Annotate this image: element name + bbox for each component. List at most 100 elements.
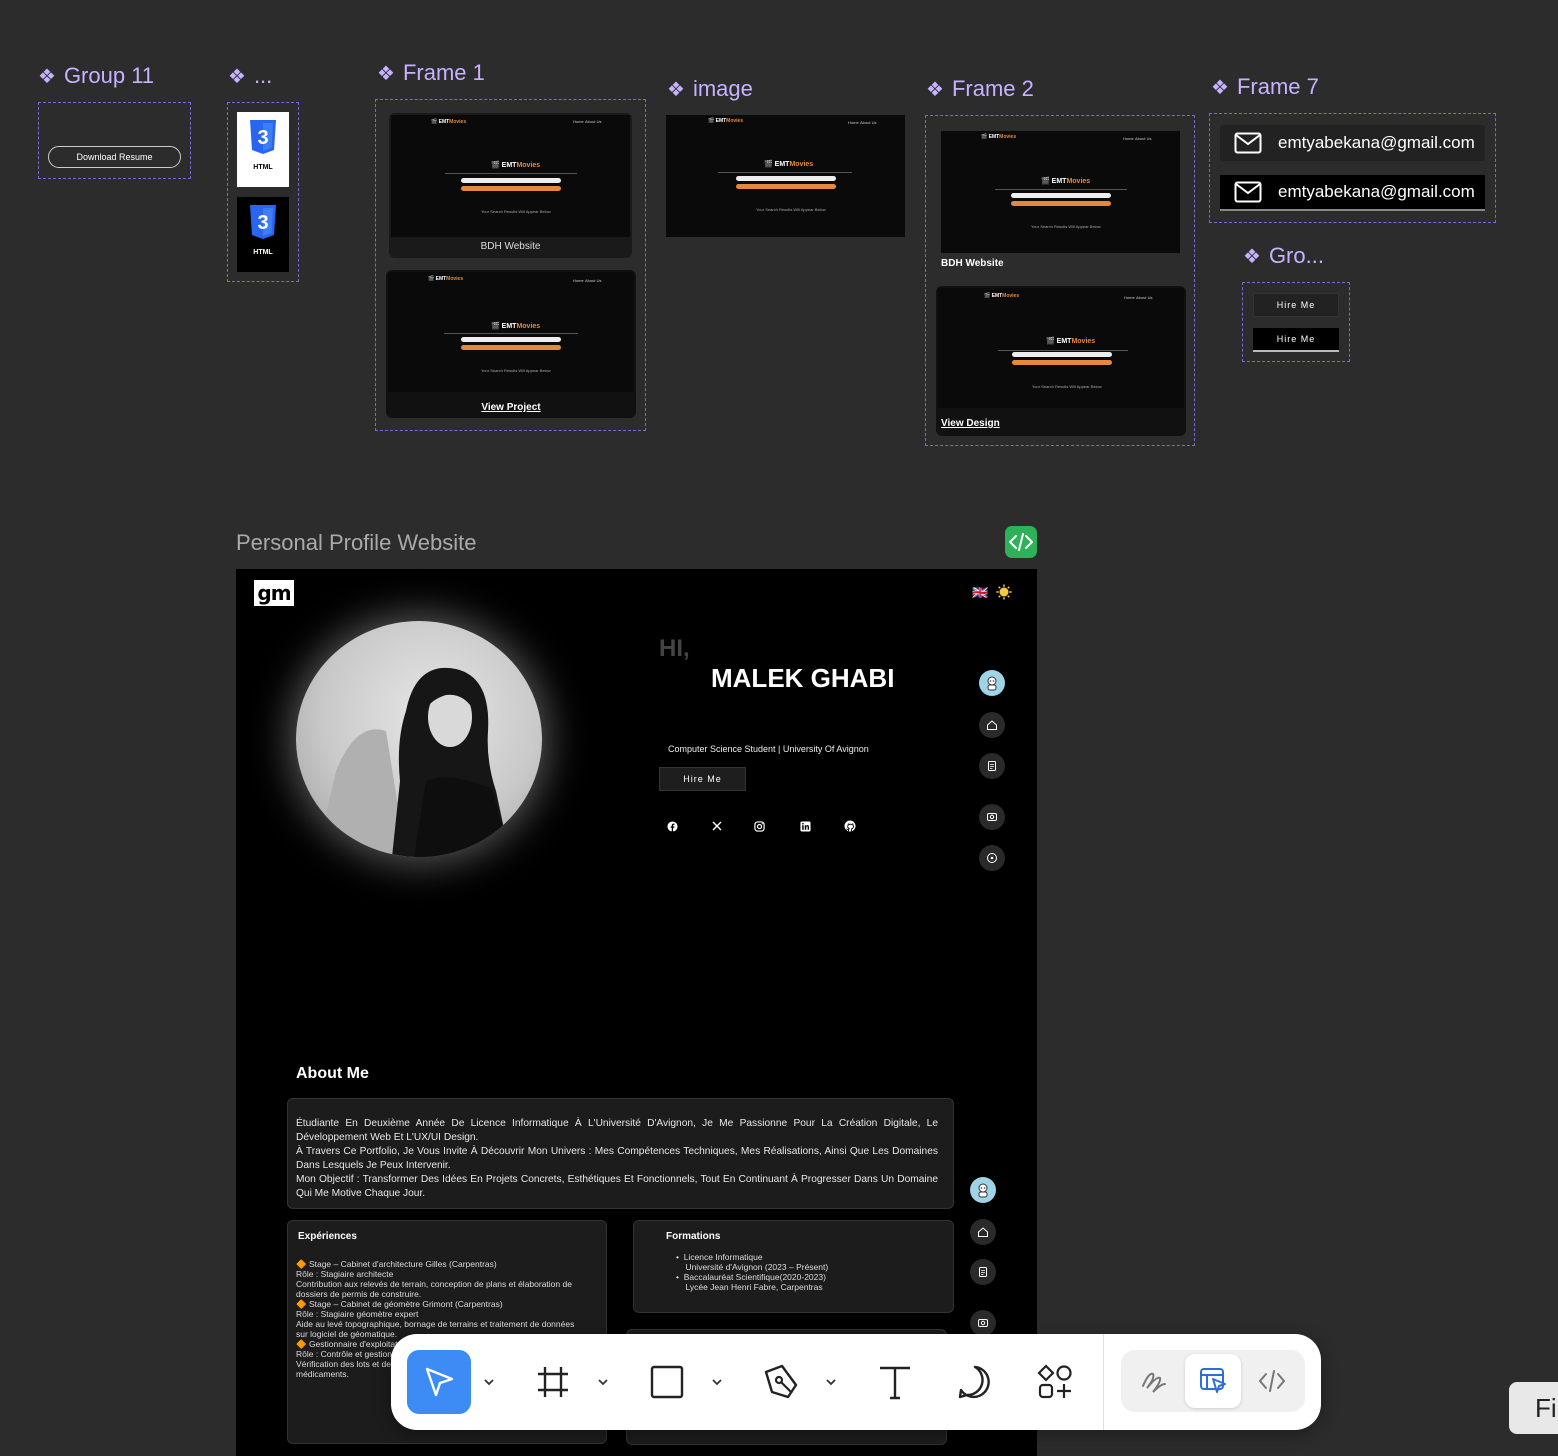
chevron-down-icon[interactable]: [596, 1375, 610, 1389]
toolbar-divider: [1103, 1334, 1104, 1430]
linkedin-icon[interactable]: [798, 819, 812, 833]
cursor-icon: [425, 1367, 454, 1397]
contact-icon[interactable]: [970, 1310, 996, 1336]
thumb-logo: 🎬 EMTMovies: [764, 161, 814, 168]
thumb-nav-logo: 🎬 EMTMovies: [431, 119, 467, 125]
home-icon[interactable]: [979, 712, 1005, 738]
corner-button[interactable]: Fi: [1509, 1382, 1558, 1434]
pen-tool[interactable]: [759, 1362, 803, 1402]
chevron-down-icon[interactable]: [824, 1375, 838, 1389]
frame-title[interactable]: Personal Profile Website: [236, 530, 477, 556]
hero-subtitle: Computer Science Student | University Of…: [668, 744, 869, 754]
component-label-frame7[interactable]: ❖ Frame 7: [1211, 74, 1319, 100]
thumb-results-text: Your Search Results Will Appear Below: [756, 207, 826, 212]
chevron-down-icon[interactable]: [710, 1375, 724, 1389]
html-label: HTML: [253, 249, 273, 256]
hire-me-button-hover[interactable]: Hire Me: [1253, 328, 1339, 352]
x-icon[interactable]: [710, 819, 724, 833]
rectangle-icon: [650, 1365, 684, 1399]
component-label-group11[interactable]: ❖ Group 11: [38, 63, 154, 89]
dev-mode[interactable]: [1247, 1354, 1297, 1408]
personal-profile-frame[interactable]: gm 🇬🇧 HI, MALEK GHABI Computer Science S…: [236, 569, 1037, 1456]
website-thumbnail: 🎬 EMTMovies Home About Us 🎬 EMTMovies Yo…: [938, 288, 1184, 408]
move-tool[interactable]: [407, 1350, 471, 1414]
view-project-link[interactable]: View Project: [386, 402, 636, 413]
thumb-search-input: [736, 176, 836, 181]
thumb-divider: [995, 189, 1127, 190]
document-icon[interactable]: [979, 753, 1005, 779]
css-badges-frame[interactable]: 3 HTML 3 HTML: [227, 102, 299, 282]
chevron-down-icon[interactable]: [482, 1375, 496, 1389]
hire-buttons-frame[interactable]: Hire Me Hire Me: [1242, 282, 1350, 362]
component-label-gro[interactable]: ❖ Gro...: [1243, 243, 1324, 269]
instagram-icon[interactable]: [752, 819, 766, 833]
home-icon[interactable]: [970, 1219, 996, 1245]
shapes-plus-icon: [1037, 1364, 1072, 1399]
design-mode[interactable]: [1185, 1354, 1241, 1408]
formations-text: • Licence Informatique Université d'Avig…: [676, 1252, 829, 1292]
text-tool[interactable]: [873, 1362, 917, 1402]
project-card-bdh[interactable]: 🎬 EMTMovies Home About Us 🎬 EMTMovies Yo…: [939, 129, 1182, 274]
about-card: Étudiante En Deuxième Année De Licence I…: [287, 1098, 954, 1209]
design-card-view[interactable]: 🎬 EMTMovies Home About Us 🎬 EMTMovies Yo…: [936, 286, 1186, 436]
thumb-nav-about: About Us: [585, 278, 602, 283]
contact-icon[interactable]: [979, 804, 1005, 830]
experiences-title: Expériences: [298, 1231, 357, 1242]
frame1[interactable]: 🎬 EMTMovies Home About Us 🎬 EMTMovies Yo…: [375, 99, 646, 431]
language-flag-icon[interactable]: 🇬🇧: [972, 585, 988, 601]
draw-icon: [1142, 1372, 1166, 1393]
sun-icon[interactable]: [996, 584, 1012, 600]
component-label-frame2[interactable]: ❖ Frame 2: [926, 76, 1034, 102]
thumb-nav-logo: 🎬 EMTMovies: [428, 276, 464, 282]
project-card-view[interactable]: 🎬 EMTMovies Home About Us 🎬 EMTMovies Yo…: [386, 270, 636, 418]
email-chip-hover[interactable]: emtyabekana@gmail.com: [1220, 175, 1485, 211]
view-design-link[interactable]: View Design: [941, 418, 1000, 429]
image-component[interactable]: 🎬 EMTMovies Home About Us 🎬 EMTMovies Yo…: [666, 115, 905, 237]
thumb-results-text: Your Search Results Will Appear Below: [1031, 224, 1101, 229]
code-icon: [1009, 533, 1033, 551]
email-text: emtyabekana@gmail.com: [1278, 182, 1475, 201]
thumb-divider: [444, 333, 578, 334]
code-icon: [1258, 1370, 1286, 1392]
text-icon: [880, 1366, 910, 1400]
profile-photo: [296, 621, 542, 857]
pen-icon: [764, 1364, 798, 1399]
hire-me-button[interactable]: Hire Me: [659, 767, 746, 791]
actions-tool[interactable]: [1033, 1362, 1077, 1402]
component-label-dots[interactable]: ❖...: [228, 63, 272, 89]
component-icon: ❖: [228, 65, 246, 88]
thumb-nav-home: Home: [1123, 136, 1134, 141]
greeting: HI,: [659, 635, 690, 662]
comment-tool[interactable]: [953, 1362, 997, 1402]
document-icon[interactable]: [970, 1259, 996, 1285]
rectangle-tool[interactable]: [645, 1362, 689, 1402]
frame2[interactable]: 🎬 EMTMovies Home About Us 🎬 EMTMovies Yo…: [925, 115, 1195, 446]
avatar-icon[interactable]: [970, 1177, 996, 1203]
site-logo[interactable]: gm: [254, 580, 294, 606]
thumb-search-input: [1011, 193, 1111, 198]
css3-icon: 3: [250, 205, 276, 239]
html-label: HTML: [253, 164, 273, 171]
code-connect-badge[interactable]: [1005, 526, 1037, 558]
info-icon[interactable]: [979, 845, 1005, 871]
facebook-icon[interactable]: [665, 819, 679, 833]
component-label-image[interactable]: ❖ image: [667, 76, 753, 102]
thumb-nav-home: Home: [573, 278, 584, 283]
css-badge-light[interactable]: 3 HTML: [237, 112, 289, 187]
group11-frame[interactable]: Download Resume: [38, 102, 191, 179]
component-icon: ❖: [1211, 76, 1229, 99]
thumb-divider: [718, 172, 852, 173]
css-badge-dark[interactable]: 3 HTML: [237, 197, 289, 272]
thumb-logo: 🎬 EMTMovies: [491, 162, 541, 169]
hire-me-button-default[interactable]: Hire Me: [1253, 293, 1339, 317]
thumb-search-button: [1012, 360, 1112, 365]
component-label-frame1[interactable]: ❖ Frame 1: [377, 60, 485, 86]
github-icon[interactable]: [843, 819, 857, 833]
frame7[interactable]: emtyabekana@gmail.com emtyabekana@gmail.…: [1209, 113, 1496, 223]
project-card-bdh[interactable]: 🎬 EMTMovies Home About Us 🎬 EMTMovies Yo…: [389, 113, 632, 258]
frame-tool[interactable]: [531, 1362, 575, 1402]
avatar-icon[interactable]: [979, 670, 1005, 696]
download-resume-button[interactable]: Download Resume: [48, 146, 181, 168]
email-chip-default[interactable]: emtyabekana@gmail.com: [1220, 125, 1485, 161]
draw-mode[interactable]: [1129, 1354, 1179, 1408]
